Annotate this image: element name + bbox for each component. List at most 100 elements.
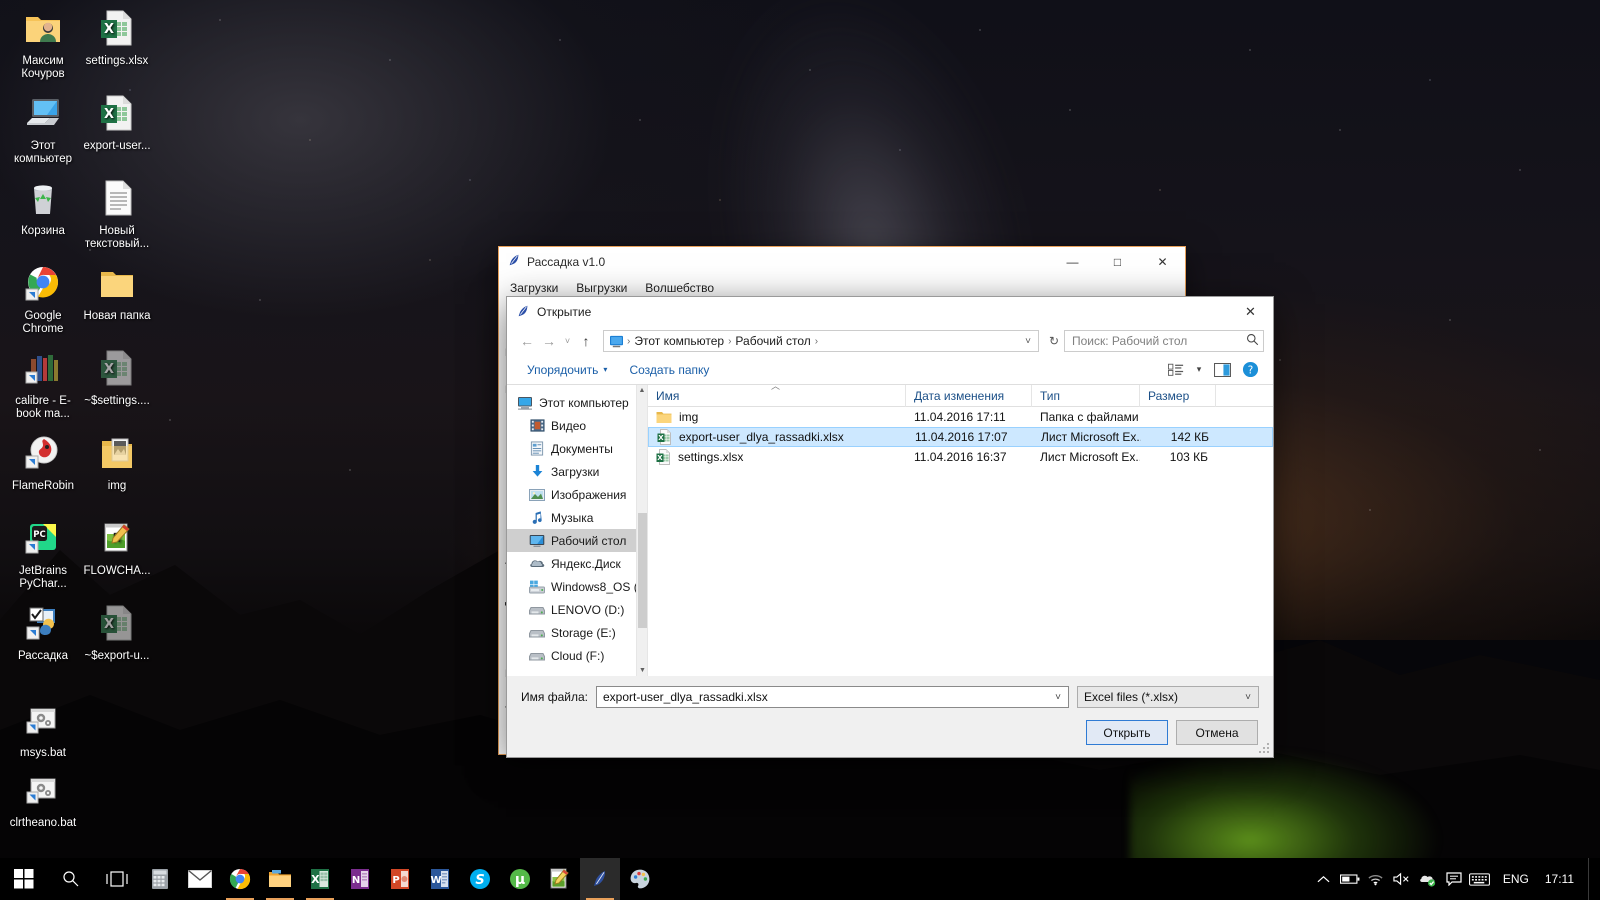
recent-locations-button[interactable]: ˅ <box>560 330 575 352</box>
view-dropdown-caret-icon[interactable]: ▾ <box>1191 359 1207 381</box>
nav-item-8[interactable]: Windows8_OS (C <box>507 575 647 598</box>
organize-button[interactable]: Упорядочить ▾ <box>519 360 615 380</box>
desktop-icon[interactable]: PC JetBrains PyChar... <box>6 518 80 591</box>
desktop-icon[interactable]: msys.bat <box>6 700 80 760</box>
dialog-main-area[interactable]: Этот компьютер Видео Документы Загрузки Изоб… <box>507 385 1273 676</box>
system-tray[interactable]: ENG 17:11 <box>1311 858 1600 900</box>
open-button[interactable]: Открыть <box>1086 720 1168 745</box>
back-button[interactable]: ← <box>516 330 538 352</box>
app-window-controls[interactable]: — □ ✕ <box>1050 247 1185 277</box>
dialog-button-row[interactable]: Открыть Отмена <box>521 720 1259 745</box>
desktop-icon[interactable]: Google Chrome <box>6 263 80 336</box>
show-desktop-button[interactable] <box>1588 858 1596 900</box>
taskbar-app-file-explorer[interactable] <box>260 858 300 900</box>
dialog-bottom-bar[interactable]: Имя файла: export-user_dlya_rassadki.xls… <box>507 676 1273 757</box>
resize-grip[interactable] <box>1259 743 1271 755</box>
file-row[interactable]: Xexport-user_dlya_rassadki.xlsx 11.04.201… <box>648 427 1273 447</box>
dialog-close-button[interactable]: ✕ <box>1228 297 1273 327</box>
desktop-icon[interactable]: ∏ FLOWCHA... <box>80 518 154 578</box>
volume-muted-icon[interactable] <box>1389 858 1415 900</box>
desktop[interactable]: Максим Кочуров Xsettings.xlsx Этот компьют… <box>0 0 1600 900</box>
nav-item-0[interactable]: Этот компьютер <box>507 391 647 414</box>
navigation-pane[interactable]: Этот компьютер Видео Документы Загрузки Изоб… <box>507 385 647 676</box>
nav-item-1[interactable]: Видео <box>507 414 647 437</box>
column-header-1[interactable]: Дата изменения <box>906 385 1032 407</box>
view-list-icon[interactable] <box>1163 359 1189 381</box>
search-input[interactable]: Поиск: Рабочий стол <box>1064 330 1264 352</box>
taskbar[interactable]: X N P W Sµ ENG 17:11 <box>0 858 1600 900</box>
refresh-button[interactable]: ↻ <box>1044 334 1064 348</box>
nav-item-11[interactable]: Cloud (F:) <box>507 644 647 667</box>
file-row[interactable]: Xsettings.xlsx 11.04.2016 16:37 Лист Micro… <box>648 447 1273 467</box>
desktop-icon[interactable]: Этот компьютер <box>6 93 80 166</box>
dialog-navigation-bar[interactable]: ← → ˅ ↑ › Этот компьютер › Рабочий стол … <box>507 327 1273 355</box>
file-list-column-headers[interactable]: Имя Дата изменения Тип Размер ︿ <box>648 385 1273 407</box>
navigation-tree[interactable]: Этот компьютер Видео Документы Загрузки Изоб… <box>507 391 647 667</box>
taskbar-app-utorrent[interactable]: µ <box>500 858 540 900</box>
nav-item-6[interactable]: Рабочий стол <box>507 529 647 552</box>
filename-input[interactable]: export-user_dlya_rassadki.xlsx ˅ <box>595 686 1069 708</box>
column-header-3[interactable]: Размер <box>1140 385 1216 407</box>
taskbar-app-word[interactable]: W <box>420 858 460 900</box>
breadcrumb-desktop[interactable]: Рабочий стол <box>732 334 813 348</box>
taskbar-app-paint[interactable] <box>620 858 660 900</box>
file-list-rows[interactable]: img 11.04.2016 17:11 Папка с файлами Xexpor… <box>648 407 1273 467</box>
app-minimize-button[interactable]: — <box>1050 247 1095 277</box>
nav-item-10[interactable]: Storage (E:) <box>507 621 647 644</box>
dialog-toolbar[interactable]: Упорядочить ▾ Создать папку ▾ ? <box>507 355 1273 385</box>
dialog-titlebar[interactable]: Открытие ✕ <box>507 297 1273 327</box>
desktop-icon[interactable]: img <box>80 433 154 493</box>
start-button[interactable] <box>0 858 48 900</box>
clock[interactable]: 17:11 <box>1539 858 1588 900</box>
address-dropdown-caret-icon[interactable]: ˅ <box>1020 336 1036 347</box>
scrollbar-thumb[interactable] <box>638 513 647 628</box>
taskbar-app-excel[interactable]: X <box>300 858 340 900</box>
desktop-icon[interactable]: X ~$settings.... <box>80 348 154 408</box>
file-row[interactable]: img 11.04.2016 17:11 Папка с файлами <box>648 407 1273 427</box>
app-maximize-button[interactable]: □ <box>1095 247 1140 277</box>
desktop-icon[interactable]: clrtheano.bat <box>6 770 80 830</box>
up-button[interactable]: ↑ <box>575 330 597 352</box>
navigation-scrollbar[interactable]: ▲ ▼ <box>636 385 647 676</box>
yandex-disk-tray-icon[interactable] <box>1415 858 1441 900</box>
file-list-pane[interactable]: Имя Дата изменения Тип Размер ︿ img 11.04.201… <box>647 385 1273 676</box>
menu-item-downloads[interactable]: Загрузки <box>508 280 560 296</box>
desktop-icon[interactable]: Xexport-user... <box>80 93 154 153</box>
taskbar-app-onenote[interactable]: N <box>340 858 380 900</box>
desktop-icon[interactable]: calibre - E-book ma... <box>6 348 80 421</box>
taskbar-app-rassadka[interactable] <box>580 858 620 900</box>
preview-pane-icon[interactable] <box>1209 359 1235 381</box>
show-hidden-icons-chevron-icon[interactable] <box>1311 858 1337 900</box>
taskbar-app-buttons[interactable]: X N P W Sµ <box>140 858 660 900</box>
desktop-icon[interactable]: FlameRobin <box>6 433 80 493</box>
app-close-button[interactable]: ✕ <box>1140 247 1185 277</box>
action-center-icon[interactable] <box>1441 858 1467 900</box>
nav-item-5[interactable]: Музыка <box>507 506 647 529</box>
scroll-up-arrow-icon[interactable]: ▲ <box>637 385 647 396</box>
app-titlebar[interactable]: Рассадка v1.0 — □ ✕ <box>499 247 1185 277</box>
nav-item-7[interactable]: Яндекс.Диск <box>507 552 647 575</box>
new-folder-button[interactable]: Создать папку <box>621 360 717 380</box>
menu-item-magic[interactable]: Волшебство <box>643 280 716 296</box>
nav-item-4[interactable]: Изображения <box>507 483 647 506</box>
desktop-icon[interactable]: Новая папка <box>80 263 154 323</box>
keyboard-icon[interactable] <box>1467 858 1493 900</box>
taskbar-search-icon[interactable] <box>48 858 94 900</box>
help-icon[interactable]: ? <box>1237 359 1263 381</box>
taskbar-app-powerpoint[interactable]: P <box>380 858 420 900</box>
nav-item-2[interactable]: Документы <box>507 437 647 460</box>
file-type-select[interactable]: Excel files (*.xlsx) ˅ <box>1077 686 1259 708</box>
language-indicator[interactable]: ENG <box>1493 858 1539 900</box>
taskbar-app-chrome[interactable] <box>220 858 260 900</box>
breadcrumb-this-pc[interactable]: Этот компьютер <box>631 334 727 348</box>
nav-item-9[interactable]: LENOVO (D:) <box>507 598 647 621</box>
forward-button[interactable]: → <box>538 330 560 352</box>
toolbar-right-group[interactable]: ▾ ? <box>1163 359 1263 381</box>
taskbar-app-mail[interactable] <box>180 858 220 900</box>
desktop-icon[interactable]: Рассадка <box>6 603 80 663</box>
open-file-dialog[interactable]: Открытие ✕ ← → ˅ ↑ › Этот компьютер › Ра… <box>506 296 1274 758</box>
desktop-icon[interactable]: Корзина <box>6 178 80 238</box>
address-bar[interactable]: › Этот компьютер › Рабочий стол › ˅ <box>603 330 1039 352</box>
nav-item-3[interactable]: Загрузки <box>507 460 647 483</box>
taskbar-app-notepadpp[interactable] <box>540 858 580 900</box>
